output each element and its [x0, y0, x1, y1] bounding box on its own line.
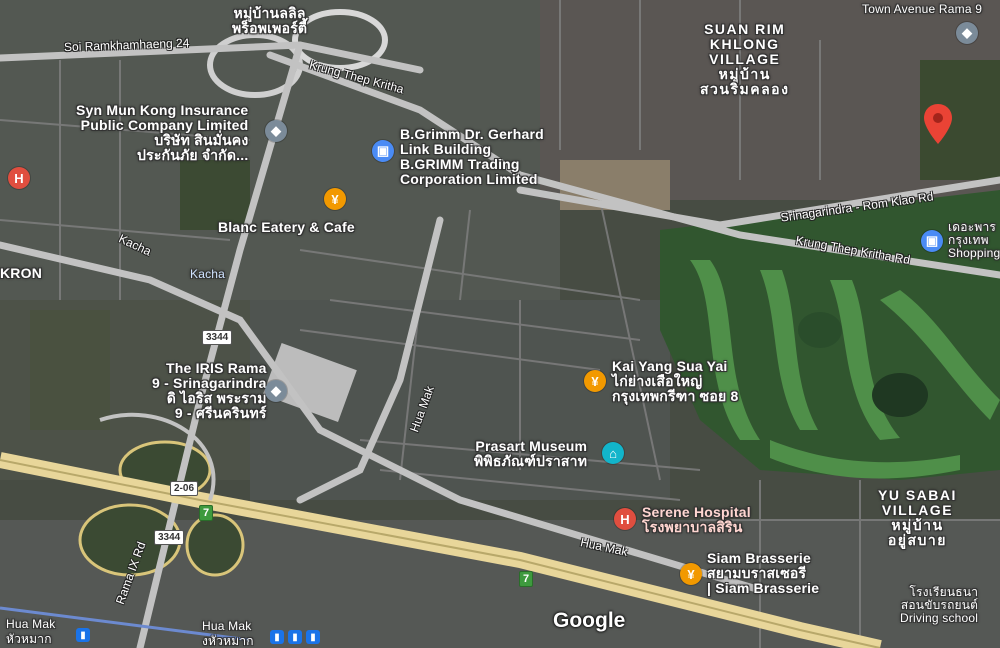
place-name-line-1: B.Grimm Dr. Gerhard [400, 126, 544, 142]
village-line-2: KHLONG [709, 36, 780, 52]
map-imagery [0, 0, 1000, 648]
village-thai-1: หมู่บ้าน [718, 66, 771, 82]
shopping-icon[interactable]: ▣ [372, 140, 394, 162]
place-name-line-2: 9 - Srinagarindra [152, 375, 267, 391]
place-name-line-1: The IRIS Rama [166, 360, 267, 376]
place-label-shopping[interactable]: เดอะพาร กรุงเทพ Shopping [948, 221, 1000, 260]
place-name: Serene Hospital [642, 504, 751, 520]
place-thai: พิพิธภัณฑ์ปราสาท [474, 453, 588, 469]
shopping-icon[interactable]: ▣ [921, 230, 943, 252]
place-label-kai-yang[interactable]: Kai Yang Sua Yai ไก่ย่างเสือใหญ่ กรุงเทพ… [612, 359, 738, 404]
village-line-1: SUAN RIM [704, 21, 786, 37]
place-thai: โรงพยาบาลสิริน [642, 519, 743, 535]
place-label-prasart-museum[interactable]: Prasart Museum พิพิธภัณฑ์ปราสาท [474, 439, 587, 469]
place-label-kacha: Kacha [190, 267, 226, 281]
place-label-hua-mak-left[interactable]: Hua Mak หัวหมาก [6, 617, 55, 647]
building-icon[interactable]: ◆ [956, 22, 978, 44]
building-icon[interactable]: ◆ [265, 380, 287, 402]
village-thai-2: สวนริมคลอง [700, 81, 790, 97]
satellite-map[interactable]: Soi Ramkhamhaeng 24 Krung Thep Kritha Sr… [0, 0, 1000, 648]
place-sub: Driving school [900, 611, 979, 625]
place-label-kron: KRON [0, 265, 43, 281]
village-line-1: YU SABAI [878, 487, 957, 503]
museum-icon[interactable]: ⌂ [602, 442, 624, 464]
hospital-icon[interactable]: H [8, 167, 30, 189]
place-sub-line-1: B.GRIMM Trading [400, 156, 520, 172]
place-name: Siam Brasserie [707, 550, 811, 566]
place-label-suan-rim-khlong: SUAN RIM KHLONG VILLAGE หมู่บ้าน สวนริมค… [700, 22, 789, 97]
route-shield-3344: 3344 [202, 330, 233, 345]
place-thai-line-1: ไก่ย่างเสือใหญ่ [612, 373, 703, 389]
place-name-line-2: Link Building [400, 141, 492, 157]
place-name: Hua Mak [202, 619, 252, 633]
train-icon[interactable]: ▮ [76, 628, 90, 642]
place-sub-line-2: Corporation Limited [400, 171, 538, 187]
place-name: Hua Mak [6, 617, 56, 631]
expressway-shield: 7 [199, 505, 214, 521]
place-label-serene-hospital[interactable]: Serene Hospital โรงพยาบาลสิริน [642, 505, 751, 535]
place-label-driving-school[interactable]: โรงเรียนธนา สอนขับรถยนต์ Driving school [900, 586, 978, 625]
place-thai-line-1: ดิ ไอริส พระราม [166, 390, 267, 406]
expressway-shield: 7 [519, 571, 534, 587]
place-label-iris[interactable]: The IRIS Rama 9 - Srinagarindra ดิ ไอริส… [152, 361, 267, 421]
place-thai-line-2: กรุงเทพกรีฑา ซอย 8 [612, 388, 739, 404]
place-label-syn-mun-kong[interactable]: Syn Mun Kong Insurance Public Company Li… [76, 103, 248, 163]
train-icon[interactable]: ▮ [270, 630, 284, 644]
place-label-blanc-eatery[interactable]: Blanc Eatery & Cafe [218, 220, 355, 235]
place-label-thai-2: พร็อพเพอร์ตี้ [232, 20, 308, 36]
place-name: Kai Yang Sua Yai [612, 358, 728, 374]
place-label-town-avenue[interactable]: Town Avenue Rama 9 [862, 2, 982, 17]
route-shield-3344: 3344 [154, 530, 185, 545]
place-name-line-1: Syn Mun Kong Insurance [76, 102, 249, 118]
hospital-icon[interactable]: H [614, 508, 636, 530]
place-thai-line-2: ประกันภัย จำกัด... [137, 147, 249, 163]
place-thai: หัวหมาก [6, 632, 52, 646]
place-thai: สยามบราสเซอรี [707, 565, 807, 581]
restaurant-icon[interactable]: ¥ [324, 188, 346, 210]
village-thai-1: หมู่บ้าน [891, 517, 944, 533]
place-sub: Shopping [948, 246, 1000, 260]
train-icon[interactable]: ▮ [306, 630, 320, 644]
place-thai: งหัวหมาก [202, 634, 254, 648]
place-thai-line-2: 9 - ศรีนครินทร์ [174, 405, 267, 421]
place-label-bgrimm[interactable]: B.Grimm Dr. Gerhard Link Building B.GRIM… [400, 127, 544, 187]
place-name-line-2: Public Company Limited [80, 117, 249, 133]
village-line-2: VILLAGE [881, 502, 954, 518]
route-shield-2-06: 2-06 [170, 481, 199, 496]
village-line-3: VILLAGE [709, 51, 781, 67]
building-icon[interactable]: ◆ [265, 120, 287, 142]
train-icon[interactable]: ▮ [288, 630, 302, 644]
restaurant-icon[interactable]: ¥ [680, 563, 702, 585]
place-label-yu-sabai: YU SABAI VILLAGE หมู่บ้าน อยู่สบาย [878, 488, 957, 548]
place-name: Prasart Museum [475, 438, 588, 454]
place-label-siam-brasserie[interactable]: Siam Brasserie สยามบราสเซอรี | Siam Bras… [707, 551, 819, 596]
place-thai-line-1: บริษัท สินมั่นคง [154, 132, 249, 148]
place-label-lalin-village[interactable]: หมู่บ้านลลิล พร็อพเพอร์ตี้ [232, 6, 307, 36]
place-label-thai-1: หมู่บ้านลลิล [233, 5, 306, 21]
village-thai-2: อยู่สบาย [887, 532, 947, 548]
place-label-hua-mak-station[interactable]: Hua Mak งหัวหมาก [202, 619, 254, 648]
place-sub: | Siam Brasserie [707, 580, 820, 596]
restaurant-icon[interactable]: ¥ [584, 370, 606, 392]
map-marker-icon[interactable] [924, 104, 952, 144]
google-logo: Google [553, 609, 626, 632]
